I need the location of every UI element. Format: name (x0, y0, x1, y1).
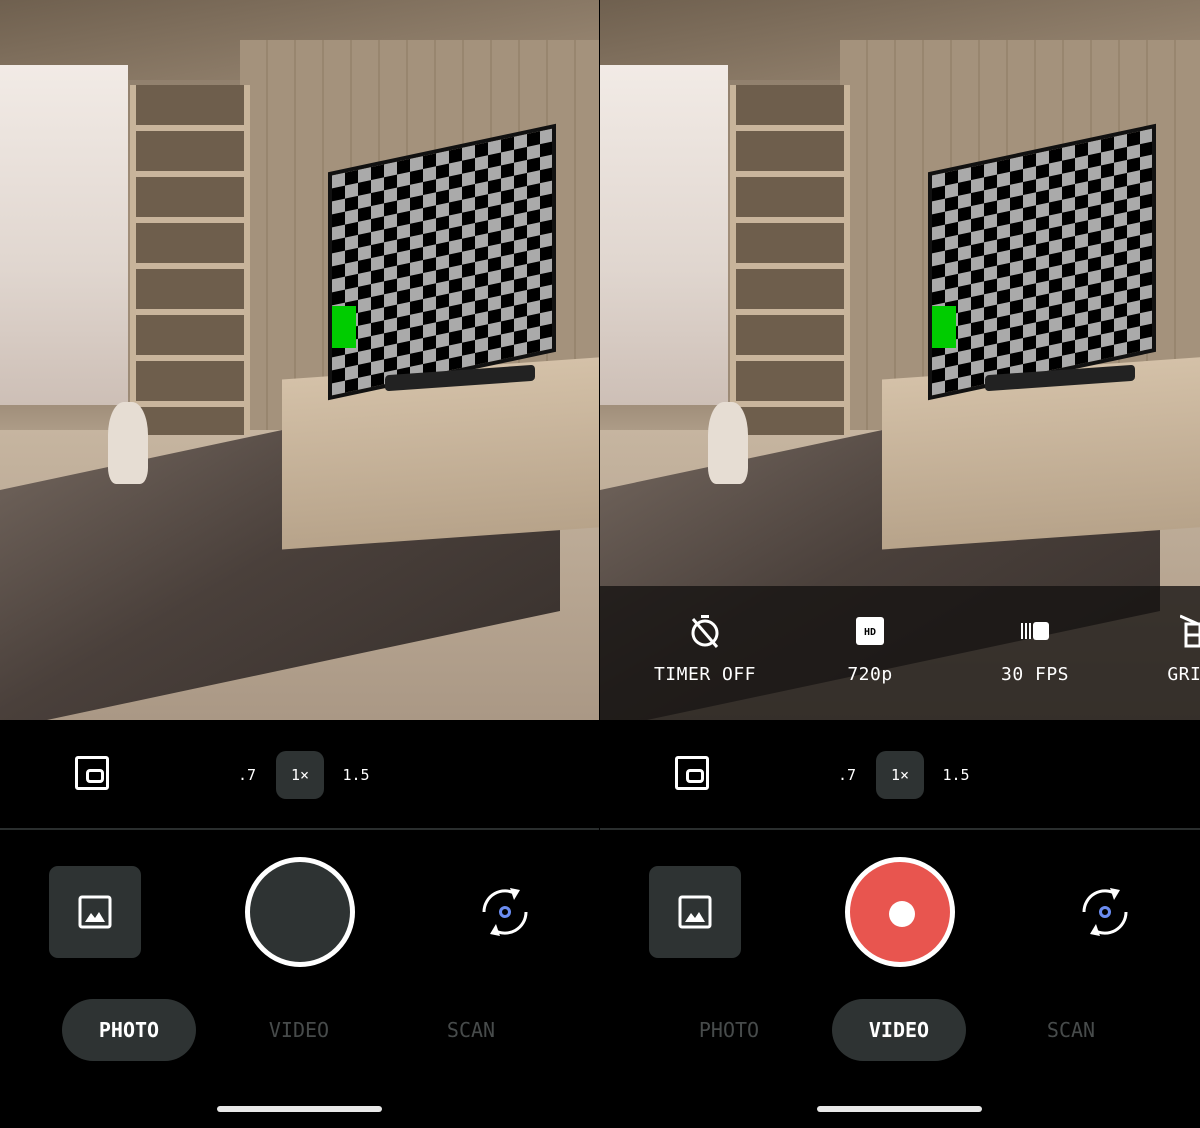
scene-window (0, 65, 128, 405)
fps-icon (960, 616, 1110, 646)
setting-label: TIMER OFF (653, 664, 757, 685)
zoom-1x-button[interactable]: 1× (276, 751, 324, 799)
zoom-1.5-button[interactable]: 1.5 (336, 751, 376, 799)
hd-icon: HD (795, 616, 945, 646)
mode-video[interactable]: VIDEO (232, 999, 366, 1061)
mode-video[interactable]: VIDEO (832, 999, 966, 1061)
quick-settings-bar: TIMER OFF HD 720p 30 FPS GRID (600, 586, 1200, 720)
scene-shelf (730, 85, 850, 435)
zoom-row: .7 1× 1.5 (600, 720, 1200, 830)
scene-tv-green-square (332, 306, 356, 348)
zoom-1.5-button[interactable]: 1.5 (936, 751, 976, 799)
gallery-button[interactable] (649, 866, 741, 958)
setting-hd[interactable]: HD 720p (795, 586, 945, 685)
setting-label: GRID (1167, 664, 1200, 685)
setting-label: 720p (847, 664, 893, 685)
setting-grid[interactable]: GRID (1115, 586, 1200, 685)
grid-icon (1115, 614, 1200, 648)
aspect-ratio-icon[interactable] (675, 756, 709, 790)
switch-camera-icon[interactable] (1078, 886, 1132, 938)
scene-cat (108, 402, 148, 484)
switch-camera-icon[interactable] (478, 886, 532, 938)
svg-text:HD: HD (864, 627, 876, 638)
mode-scan[interactable]: SCAN (1004, 999, 1138, 1061)
shutter-button[interactable] (245, 857, 355, 967)
zoom-1x-button[interactable]: 1× (876, 751, 924, 799)
gallery-button[interactable] (49, 866, 141, 958)
image-icon (678, 895, 712, 929)
zoom-row: .7 1× 1.5 (0, 720, 599, 830)
home-indicator[interactable] (817, 1106, 982, 1112)
scene-cat (708, 402, 748, 484)
photo-mode-screen: .7 1× 1.5 PHOTO VIDEO SCAN (0, 0, 599, 1128)
setting-timer-off[interactable]: TIMER OFF (630, 586, 780, 685)
mode-photo[interactable]: PHOTO (662, 999, 796, 1061)
zoom-0.7-button[interactable]: .7 (232, 751, 262, 799)
record-button[interactable] (845, 857, 955, 967)
timer-off-icon (630, 615, 780, 648)
scene-tv-green-square (932, 306, 956, 348)
scene-tv-checkerboard (928, 123, 1156, 401)
scene-shelf (130, 85, 250, 435)
scene-tv-checkerboard (328, 123, 556, 401)
home-indicator[interactable] (217, 1106, 382, 1112)
aspect-ratio-icon[interactable] (75, 756, 109, 790)
image-icon (78, 895, 112, 929)
setting-label: 30 FPS (1000, 664, 1070, 685)
video-mode-screen: TIMER OFF HD 720p 30 FPS GRID .7 1× 1.5 PHOT… (600, 0, 1200, 1128)
scene-window (600, 65, 728, 405)
setting-fps[interactable]: 30 FPS (960, 586, 1110, 685)
viewfinder[interactable]: TIMER OFF HD 720p 30 FPS GRID (600, 0, 1200, 720)
mode-photo[interactable]: PHOTO (62, 999, 196, 1061)
mode-scan[interactable]: SCAN (404, 999, 538, 1061)
viewfinder[interactable] (0, 0, 599, 720)
zoom-0.7-button[interactable]: .7 (832, 751, 862, 799)
